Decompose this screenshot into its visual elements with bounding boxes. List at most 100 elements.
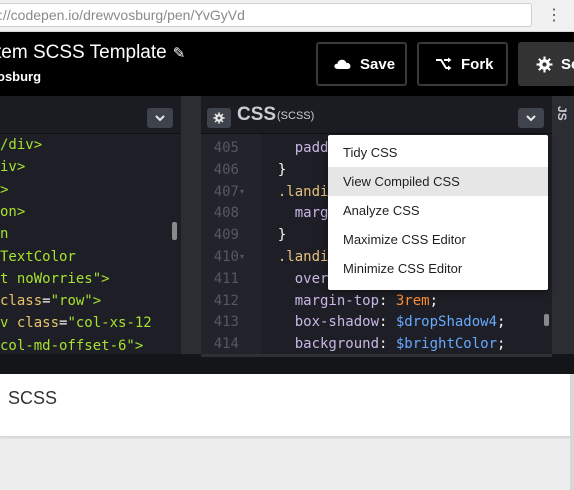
line-number: 412	[213, 292, 239, 309]
save-label: Save	[360, 55, 396, 73]
code-token: 3rem	[395, 292, 430, 309]
browser-toolbar: ://codepen.io/drewvosburg/pen/YvGyVd ⋮	[0, 0, 574, 32]
code-token: t noWorries">	[0, 270, 110, 287]
code-token: }	[261, 161, 287, 178]
preview-card: SCSS	[0, 374, 570, 437]
code-token: class	[16, 315, 60, 332]
code-token: :	[379, 292, 396, 309]
code-token: background	[261, 336, 380, 353]
code-token: margin-top	[261, 292, 380, 309]
pen-header: tem SCSS Template ✎ osburg Save Fork S	[0, 32, 574, 96]
code-line: n	[0, 223, 8, 245]
code-line: overf	[261, 268, 337, 290]
html-code-area[interactable]: /div> iv> > on> n TextColor t noWorries"> class…	[0, 134, 181, 374]
pen-title[interactable]: tem SCSS Template	[0, 42, 167, 63]
code-token: col-md-offset-6">	[0, 337, 144, 354]
code-line: on>	[0, 201, 25, 223]
code-line: background: $brightColor;	[261, 333, 506, 355]
css-editor-subtitle: (SCSS)	[277, 110, 315, 122]
url-path: drewvosburg/pen/YvGyVd	[83, 7, 245, 23]
code-token: box-shadow	[261, 314, 380, 331]
kebab-icon[interactable]: ⋮	[546, 6, 562, 26]
html-editor-panel: /div> iv> > on> n TextColor t noWorries"> class…	[0, 96, 181, 374]
code-token: iv>	[0, 159, 26, 176]
codepen-window: ://codepen.io/drewvosburg/pen/YvGyVd ⋮ t…	[0, 0, 574, 490]
code-line: }	[261, 224, 286, 246]
code-token: class	[0, 293, 43, 310]
code-line: /div>	[0, 134, 42, 156]
editor-bottom-bar	[0, 354, 574, 374]
fork-icon	[436, 57, 452, 71]
code-token: .landir	[261, 249, 337, 265]
css-line-gutter: 405 406 407 ▾ 408 409 410 ▾ 411 412 413 414	[201, 134, 261, 374]
fork-label: Fork	[461, 55, 494, 73]
pencil-icon[interactable]: ✎	[173, 44, 186, 62]
code-token: :	[379, 314, 396, 331]
code-token: "col-xs-12	[67, 315, 152, 332]
css-editor-header: CSS (SCSS)	[201, 96, 552, 134]
fold-arrow-icon[interactable]: ▾	[240, 181, 244, 203]
code-token: ;	[497, 336, 506, 353]
chevron-down-icon[interactable]	[518, 108, 544, 128]
code-token: v	[0, 315, 17, 332]
code-line: box-shadow: $dropShadow4;	[261, 311, 506, 333]
gear-icon	[213, 112, 225, 124]
line-number: 410	[213, 249, 239, 265]
line-number: 411	[213, 270, 239, 287]
code-token: /div>	[0, 137, 43, 153]
js-editor-label: JS	[555, 106, 569, 121]
line-number: 406	[213, 161, 239, 178]
css-editor-scrollbar[interactable]	[544, 314, 549, 326]
code-token: .landir	[261, 183, 337, 200]
line-number: 409	[213, 227, 239, 244]
line-number: 408	[213, 205, 239, 222]
code-line: paddi	[261, 137, 337, 159]
code-token: ;	[429, 292, 439, 309]
line-number: 414	[213, 336, 239, 353]
fork-button[interactable]: Fork	[417, 42, 508, 86]
menu-item-minimize-css-editor[interactable]: Minimize CSS Editor	[328, 254, 548, 283]
line-number: 407	[213, 183, 239, 200]
code-token: $brightColor	[395, 336, 498, 353]
code-line: TextColor	[0, 246, 76, 268]
code-line: margi	[261, 202, 337, 224]
code-line: .landir	[261, 181, 337, 203]
preview-scrollbar[interactable]	[570, 374, 574, 490]
editor-resizer[interactable]	[181, 96, 201, 374]
menu-item-tidy-css[interactable]: Tidy CSS	[328, 138, 548, 167]
code-line: class="row">	[0, 290, 101, 312]
code-line: t noWorries">	[0, 268, 110, 290]
code-line: v class="col-xs-12	[0, 312, 152, 334]
menu-item-maximize-css-editor[interactable]: Maximize CSS Editor	[328, 225, 548, 254]
menu-item-view-compiled-css[interactable]: View Compiled CSS	[328, 167, 548, 196]
code-token: :	[379, 336, 396, 353]
url-field[interactable]: ://codepen.io/drewvosburg/pen/YvGyVd	[0, 3, 532, 27]
editor-horizontal-scrollbar[interactable]	[201, 354, 552, 357]
code-token: }	[261, 227, 287, 244]
code-line: >	[0, 179, 8, 201]
code-line: margin-top: 3rem;	[261, 290, 438, 312]
url-domain: ://codepen.io/	[0, 7, 84, 23]
code-token: $dropShadow4	[395, 314, 498, 331]
code-line: .landir	[261, 246, 337, 268]
css-editor-dropdown-menu: Tidy CSS View Compiled CSS Analyze CSS Maxi…	[328, 135, 548, 290]
preview-pane: SCSS	[0, 374, 574, 490]
code-token: ;	[497, 314, 506, 331]
css-editor-title: CSS	[237, 104, 277, 125]
settings-button[interactable]: Se	[518, 42, 574, 86]
fold-arrow-icon[interactable]: ▾	[240, 246, 244, 268]
cloud-icon	[334, 59, 351, 69]
pen-author[interactable]: osburg	[0, 69, 41, 84]
gear-icon	[536, 56, 553, 72]
chevron-down-icon[interactable]	[147, 108, 173, 128]
save-button[interactable]: Save	[316, 42, 407, 86]
js-editor-panel[interactable]: JS	[552, 96, 574, 374]
code-token: on>	[0, 203, 26, 220]
html-editor-scrollbar[interactable]	[172, 222, 177, 240]
menu-item-analyze-css[interactable]: Analyze CSS	[328, 196, 548, 225]
code-line: }	[261, 159, 286, 181]
code-line: iv>	[0, 156, 25, 178]
code-token: TextColor	[0, 248, 76, 265]
css-settings-button[interactable]	[207, 108, 231, 128]
code-token: "row">	[50, 293, 102, 310]
